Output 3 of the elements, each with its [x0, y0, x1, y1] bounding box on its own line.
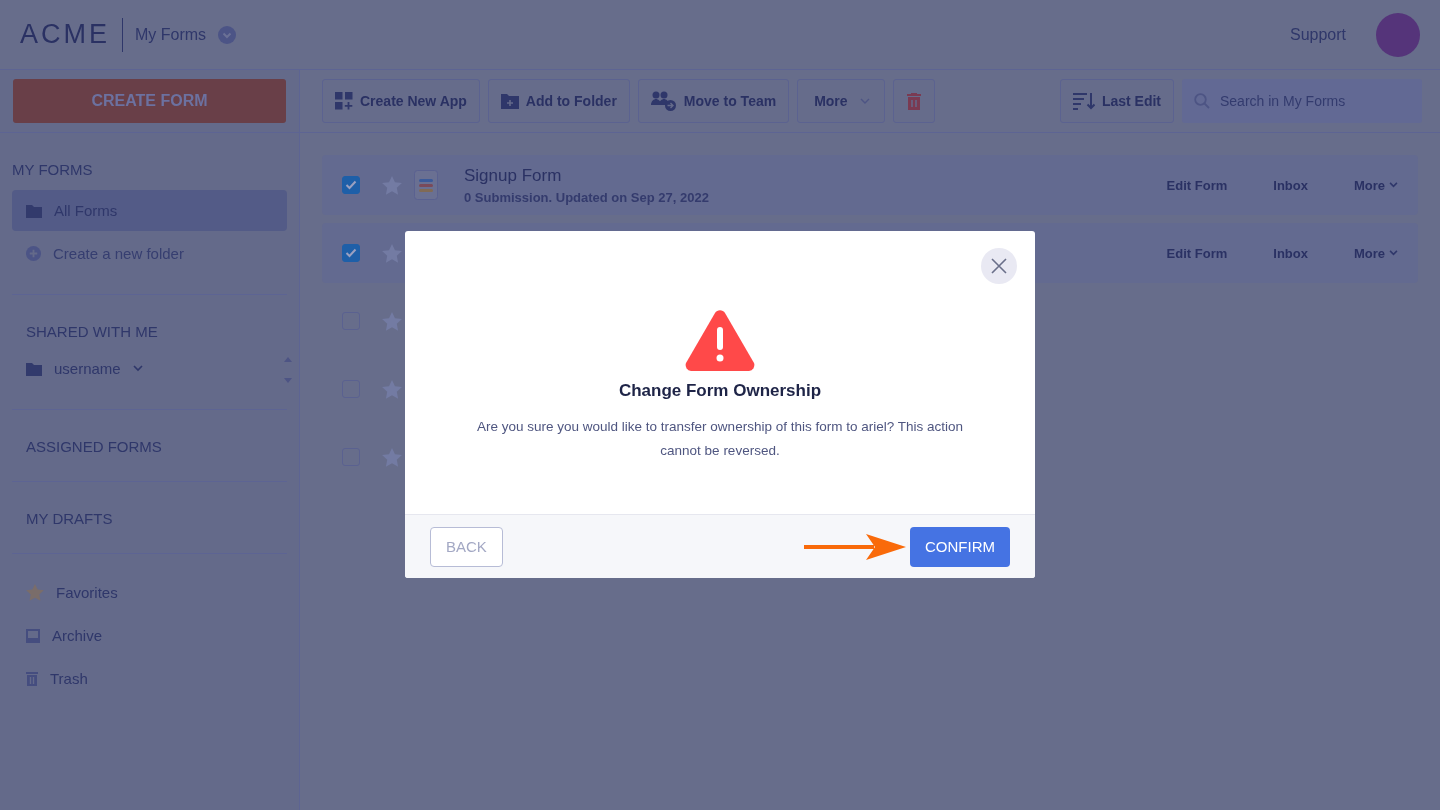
dialog-message: Are you sure you would like to transfer ownership of this form to ariel? This action cannot be reversed.	[476, 418, 964, 460]
workspace-title: My Forms	[135, 25, 207, 44]
dialog-title: Change Form Ownership	[618, 381, 822, 401]
